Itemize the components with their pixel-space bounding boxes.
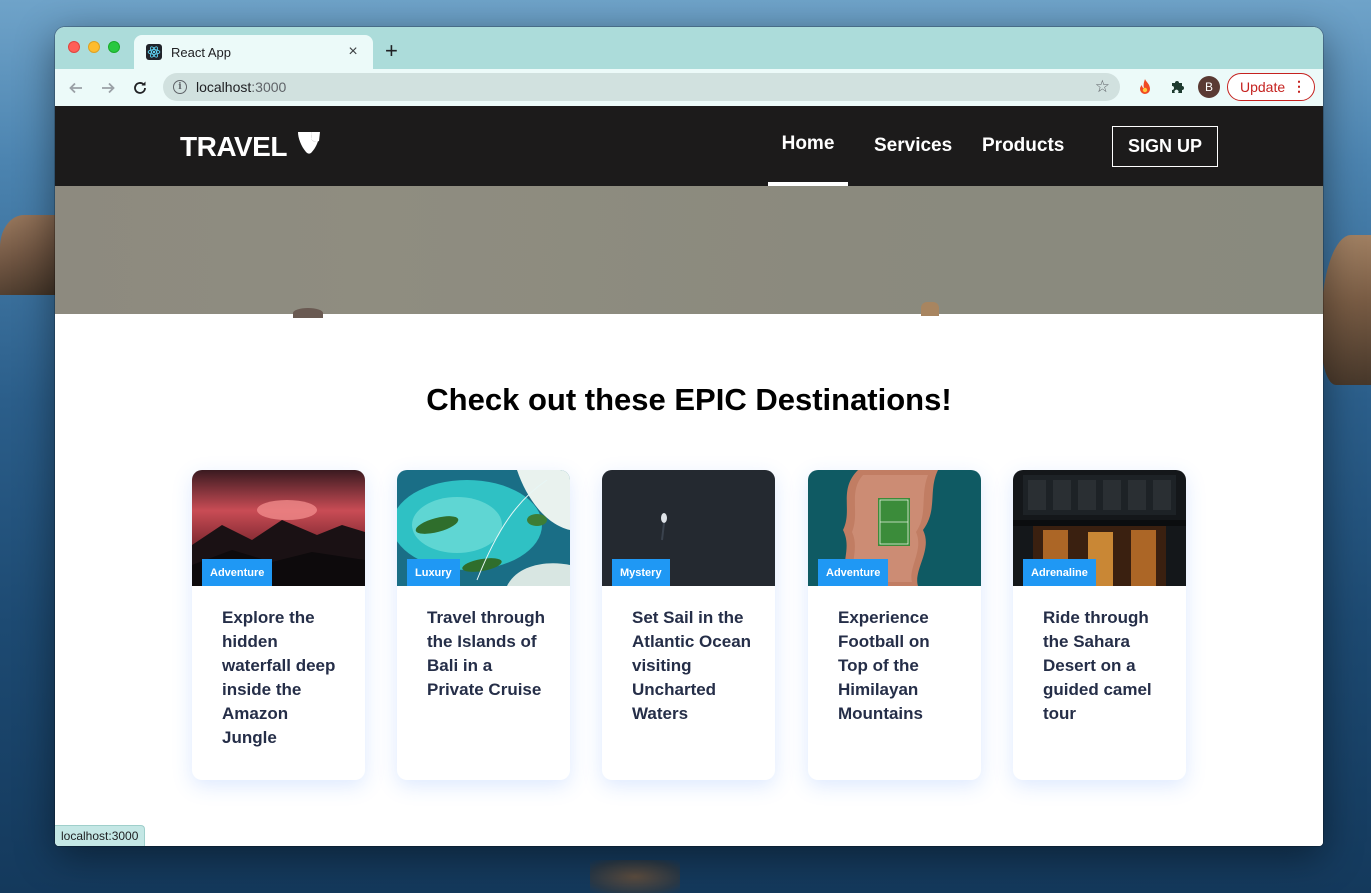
page-viewport: TRAVEL Home Services Products SIGN UP Ch… [55,106,1323,846]
arrow-right-icon [102,82,115,94]
category-badge: Mystery [612,559,670,586]
desktop-wallpaper-rock [590,860,680,893]
nav-services[interactable]: Services [874,106,952,186]
browser-window: React App × + i localhost:3000 ☆ B Updat… [55,27,1323,846]
tab-close-icon[interactable]: × [345,44,361,60]
address-bar[interactable]: i localhost:3000 ☆ [163,73,1120,101]
card-description: Set Sail in the Atlantic Ocean visiting … [632,608,752,723]
reload-icon [134,81,146,94]
desktop-wallpaper-rock [1321,235,1371,385]
fire-extension-icon[interactable] [1135,77,1155,97]
site-logo[interactable]: TRAVEL [180,130,321,163]
puzzle-extensions-icon[interactable] [1167,77,1187,97]
status-bar-url: localhost:3000 [55,825,146,846]
profile-avatar[interactable]: B [1198,76,1220,98]
reload-button[interactable] [127,75,153,101]
arrow-left-icon [69,82,82,94]
logo-text: TRAVEL [180,130,287,162]
tab-react-app[interactable]: React App × [134,35,373,69]
category-badge: Adventure [202,559,273,586]
new-tab-button[interactable]: + [385,40,398,62]
bookmark-star-icon[interactable]: ☆ [1095,78,1110,95]
more-menu-icon[interactable]: ⋮ [1292,79,1306,93]
category-badge: Adrenaline [1023,559,1096,586]
category-badge: Luxury [407,559,460,586]
destination-cards: Adventure Explore the hidden waterfall d… [192,470,1192,780]
destination-card[interactable]: Adventure Explore the hidden waterfall d… [192,470,365,780]
nav-home[interactable]: Home [768,106,848,186]
browser-toolbar: i localhost:3000 ☆ B Update ⋮ [55,69,1323,106]
close-window-button[interactable] [68,41,80,53]
desktop-wallpaper-rock [0,215,60,295]
hero-detail [921,302,939,316]
sign-up-button[interactable]: SIGN UP [1112,126,1218,167]
tab-title: React App [171,44,231,60]
card-description: Experience Football on Top of the Himila… [838,608,930,723]
card-description: Explore the hidden waterfall deep inside… [222,608,336,747]
destination-card[interactable]: Adrenaline Ride through the Sahara Deser… [1013,470,1186,780]
card-description: Ride through the Sahara Desert on a guid… [1043,608,1152,723]
site-navbar: TRAVEL Home Services Products SIGN UP [55,106,1323,186]
maximize-window-button[interactable] [108,41,120,53]
hero-banner [55,186,1323,318]
hero-detail [293,308,323,318]
update-button[interactable]: Update ⋮ [1227,73,1315,101]
section-title: Check out these EPIC Destinations! [426,382,952,417]
url-text: localhost:3000 [196,79,286,95]
nav-products[interactable]: Products [982,106,1064,186]
card-description: Travel through the Islands of Bali in a … [427,608,546,699]
destination-card[interactable]: Mystery Set Sail in the Atlantic Ocean v… [602,470,775,780]
typo3-icon [295,130,321,163]
back-button[interactable] [63,75,89,101]
react-icon [146,44,162,60]
tab-strip: React App × + [55,27,1323,69]
destination-card[interactable]: Luxury Travel through the Islands of Bal… [397,470,570,780]
category-badge: Adventure [818,559,889,586]
update-label: Update [1240,79,1286,95]
forward-button[interactable] [95,75,121,101]
destination-card[interactable]: Adventure Experience Football on Top of … [808,470,981,780]
url-port: :3000 [251,79,287,95]
minimize-window-button[interactable] [88,41,100,53]
site-info-icon[interactable]: i [173,80,187,94]
url-host: localhost [196,79,252,95]
